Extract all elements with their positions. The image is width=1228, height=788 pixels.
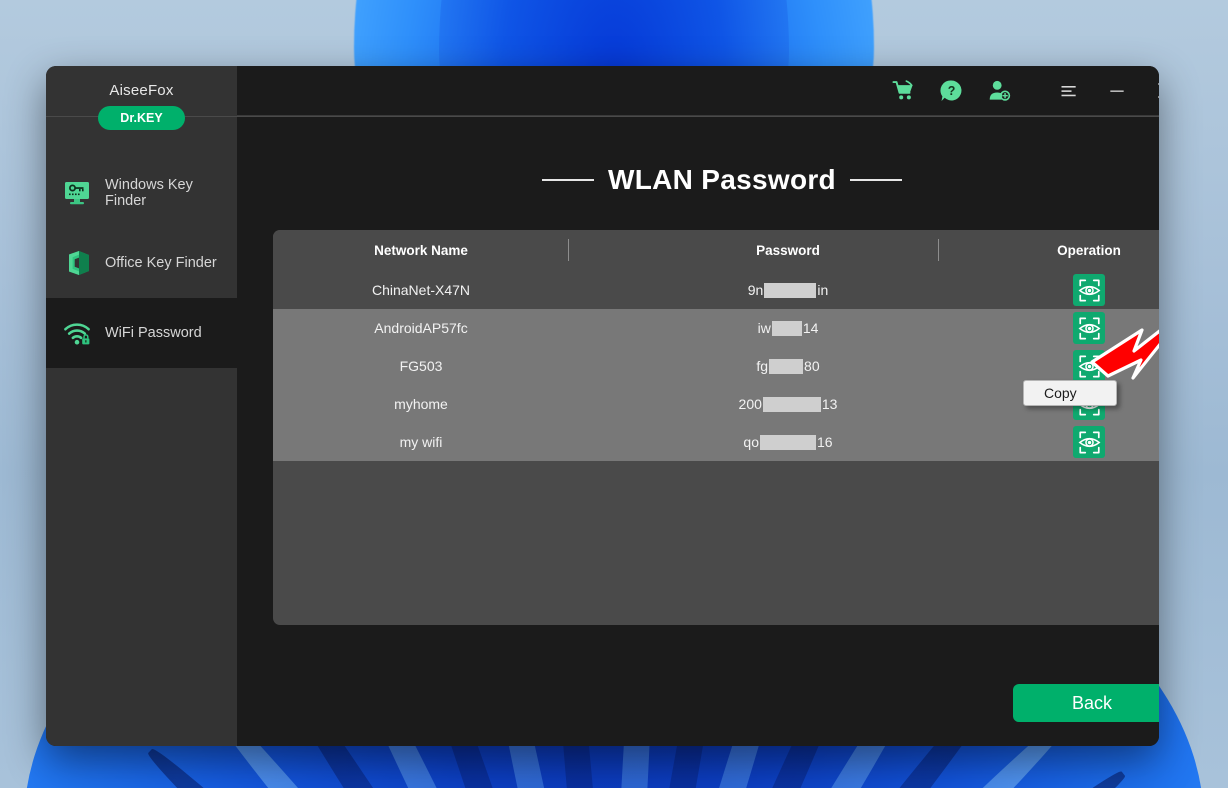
eye-icon[interactable] (1073, 350, 1105, 382)
office-cube-icon (63, 249, 91, 277)
help-icon[interactable]: ? (927, 67, 975, 115)
minimize-icon[interactable] (1093, 67, 1141, 115)
password-redaction (760, 434, 816, 450)
table-row[interactable]: ChinaNet-X47N 9n in (273, 271, 1159, 309)
copy-context-menu[interactable]: Copy (1023, 380, 1117, 406)
register-icon[interactable] (975, 67, 1023, 115)
cell-password[interactable]: 9n in (569, 282, 1007, 298)
page-title-block: WLAN Password (237, 164, 1159, 196)
brand-divider (46, 116, 1159, 117)
application-window: AiseeFox Dr.KEY Windows Key Finder Offic… (46, 66, 1159, 746)
cell-operation (1007, 312, 1159, 344)
sidebar-item-windows-key-finder[interactable]: Windows Key Finder (46, 158, 237, 228)
brand-block: AiseeFox Dr.KEY (46, 66, 1159, 130)
cell-network-name: AndroidAP57fc (374, 320, 468, 336)
title-bar: ? (237, 66, 1159, 116)
monitor-key-icon (63, 179, 91, 207)
sidebar: AiseeFox Dr.KEY Windows Key Finder Offic… (46, 66, 1159, 746)
cell-password[interactable]: 200 13 (569, 396, 1007, 412)
brand-name: AiseeFox (109, 82, 174, 99)
cell-operation (1007, 350, 1159, 382)
cell-network-name: my wifi (399, 434, 443, 450)
column-header-operation: Operation (1057, 243, 1121, 258)
sidebar-item-label: Windows Key Finder (105, 177, 193, 209)
title-rule-left (542, 179, 595, 181)
table-row[interactable]: my wifi qo 16 (273, 423, 1159, 461)
page-title: WLAN Password (608, 164, 836, 195)
password-redaction (764, 282, 817, 298)
cart-icon[interactable] (879, 67, 927, 115)
password-redaction (769, 358, 804, 374)
table-body: ChinaNet-X47N 9n in AndroidAP57fc iw 14 FG50… (273, 271, 1159, 461)
cell-network-name: myhome (394, 396, 448, 412)
sidebar-item-office-key-finder[interactable]: Office Key Finder (46, 228, 237, 298)
cell-operation (1007, 274, 1159, 306)
footer: Back (237, 625, 1159, 746)
cell-network-name: FG503 (399, 358, 443, 374)
brand-badge: Dr.KEY (98, 106, 185, 130)
sidebar-item-label: Office Key Finder (105, 255, 217, 271)
password-redaction (762, 396, 821, 412)
close-icon[interactable] (1141, 67, 1159, 115)
column-header-network-name: Network Name (374, 243, 468, 258)
wlan-password-table: Network Name Password Operation ChinaNet… (273, 230, 1159, 625)
title-rule-right (849, 179, 902, 181)
cell-password[interactable]: fg 80 (569, 358, 1007, 374)
table-row[interactable]: AndroidAP57fc iw 14 (273, 309, 1159, 347)
cell-operation (1007, 426, 1159, 458)
sidebar-item-wifi-password[interactable]: WiFi Password (46, 298, 237, 368)
column-divider-2 (938, 239, 939, 261)
menu-icon[interactable] (1045, 67, 1093, 115)
eye-icon[interactable] (1073, 274, 1105, 306)
column-header-password: Password (756, 243, 820, 258)
svg-text:?: ? (947, 84, 955, 98)
sidebar-nav: Windows Key Finder Office Key Finder WiF… (46, 158, 237, 368)
cell-network-name: ChinaNet-X47N (371, 282, 471, 298)
column-divider-1 (568, 239, 569, 261)
wifi-lock-icon (63, 319, 91, 347)
sidebar-item-label: WiFi Password (105, 325, 202, 341)
back-button[interactable]: Back (1013, 684, 1159, 722)
cell-password[interactable]: qo 16 (569, 434, 1007, 450)
main-panel: ? WLAN Password Network Name Password Op… (237, 66, 1159, 746)
password-redaction (771, 320, 802, 336)
table-header-row: Network Name Password Operation (273, 230, 1159, 271)
copy-menu-item[interactable]: Copy (1024, 385, 1077, 401)
cell-password[interactable]: iw 14 (569, 320, 1007, 336)
eye-icon[interactable] (1073, 312, 1105, 344)
eye-icon[interactable] (1073, 426, 1105, 458)
